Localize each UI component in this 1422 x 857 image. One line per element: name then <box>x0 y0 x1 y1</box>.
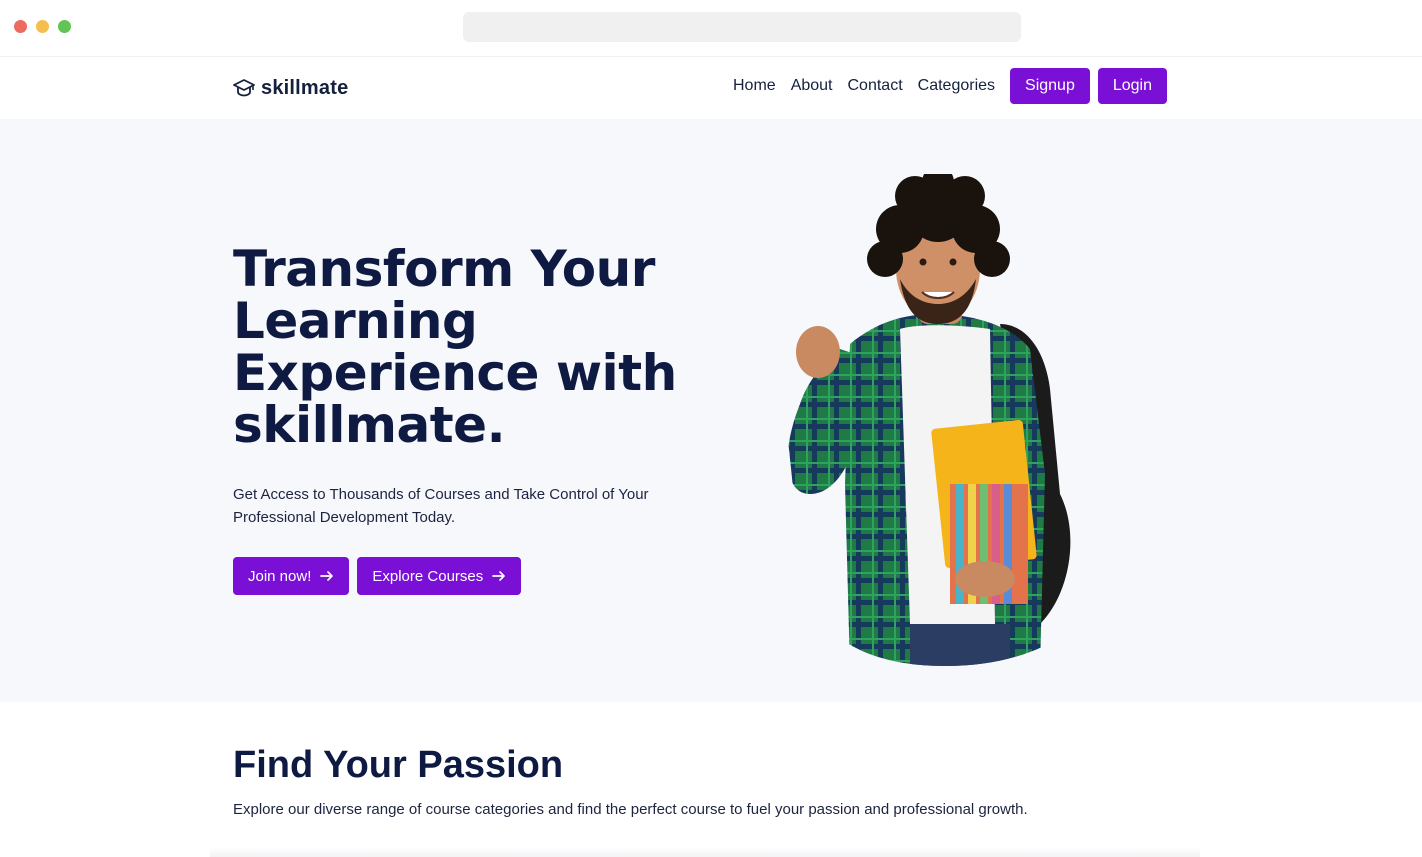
student-illustration <box>760 174 1110 669</box>
window-controls <box>14 20 71 33</box>
hero-title-line: Transform Your <box>233 240 655 298</box>
hero-title-line: Experience with <box>233 344 677 402</box>
arrow-right-icon <box>320 570 334 582</box>
browser-chrome <box>0 0 1422 57</box>
nav-home-link[interactable]: Home <box>733 77 776 95</box>
site-navbar: skillmate Home About Contact Categories … <box>0 57 1422 119</box>
explore-courses-label: Explore Courses <box>372 567 484 585</box>
card-row-top-edge <box>210 847 1200 857</box>
hero-subtitle: Get Access to Thousands of Courses and T… <box>233 486 649 526</box>
graduation-cap-icon <box>233 78 255 98</box>
hero-section: Transform Your Learning Experience with … <box>0 119 1422 702</box>
minimize-window-button[interactable] <box>36 20 49 33</box>
nav-categories-link[interactable]: Categories <box>918 77 995 95</box>
hero-title-line: Learning <box>233 292 478 350</box>
hero-title-line: skillmate. <box>233 396 506 454</box>
address-bar[interactable] <box>463 12 1021 42</box>
close-window-button[interactable] <box>14 20 27 33</box>
hero-title: Transform Your Learning Experience with … <box>233 243 713 451</box>
brand-name: skillmate <box>261 76 349 99</box>
nav-contact-link[interactable]: Contact <box>848 77 903 95</box>
login-button[interactable]: Login <box>1097 68 1167 104</box>
maximize-window-button[interactable] <box>58 20 71 33</box>
join-now-button[interactable]: Join now! <box>233 557 350 595</box>
nav-links: Home About Contact Categories Signup Log… <box>733 68 1175 104</box>
join-now-label: Join now! <box>248 567 312 585</box>
arrow-right-icon <box>492 570 506 582</box>
hero-actions: Join now! Explore Courses <box>233 557 522 595</box>
section-subtitle: Explore our diverse range of course cate… <box>233 801 1028 818</box>
nav-about-link[interactable]: About <box>791 77 833 95</box>
signup-button[interactable]: Signup <box>1010 68 1090 104</box>
explore-courses-button[interactable]: Explore Courses <box>357 557 522 595</box>
brand-logo[interactable]: skillmate <box>233 75 348 101</box>
section-title: Find Your Passion <box>233 744 564 786</box>
categories-intro-section: Find Your Passion Explore our diverse ra… <box>0 702 1422 857</box>
